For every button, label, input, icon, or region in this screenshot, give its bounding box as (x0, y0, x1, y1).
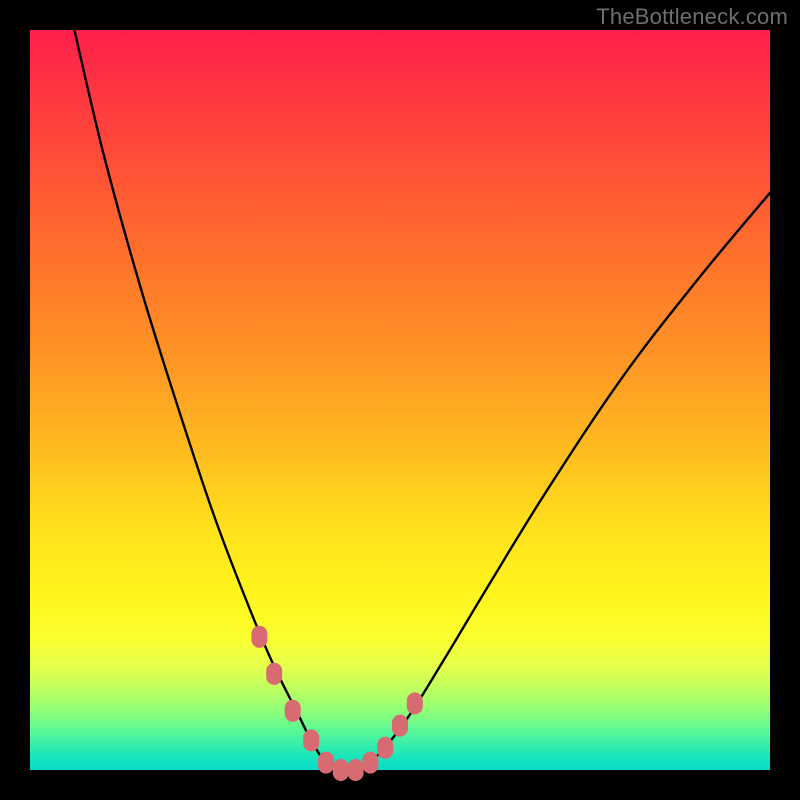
marker-dot (348, 759, 364, 781)
bottleneck-chart (30, 30, 770, 770)
marker-dot (392, 715, 408, 737)
marker-dot (318, 752, 334, 774)
bottleneck-curve-path (74, 30, 770, 772)
marker-dot (377, 737, 393, 759)
marker-dot (362, 752, 378, 774)
marker-dot (407, 692, 423, 714)
marker-group (251, 626, 422, 781)
outer-frame: TheBottleneck.com (0, 0, 800, 800)
marker-dot (333, 759, 349, 781)
marker-dot (266, 663, 282, 685)
marker-dot (251, 626, 267, 648)
watermark-text: TheBottleneck.com (596, 4, 788, 30)
marker-dot (303, 729, 319, 751)
plot-area (30, 30, 770, 770)
marker-dot (285, 700, 301, 722)
